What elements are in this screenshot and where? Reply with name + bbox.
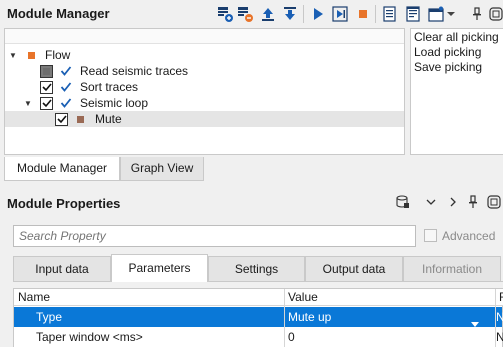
property-value[interactable]: 0 bbox=[288, 327, 295, 347]
step-run-icon[interactable] bbox=[331, 5, 349, 23]
tree-item-seismic-loop[interactable]: ▼ Seismic loop bbox=[5, 95, 404, 111]
tree-item-label: Seismic loop bbox=[80, 96, 149, 110]
move-down-icon[interactable] bbox=[281, 5, 299, 23]
float-panel-icon[interactable] bbox=[487, 195, 501, 209]
tree-item-label: Sort traces bbox=[80, 80, 139, 94]
add-module-icon[interactable] bbox=[216, 5, 234, 23]
float-panel-icon[interactable] bbox=[487, 5, 503, 23]
enabled-check-icon bbox=[60, 66, 72, 76]
window-icon[interactable] bbox=[427, 5, 445, 23]
expand-arrow-icon[interactable]: ▼ bbox=[9, 51, 17, 60]
remove-module-icon[interactable] bbox=[236, 5, 254, 23]
flow-tree[interactable]: ▼ Flow Read seismic traces Sort traces ▼… bbox=[4, 28, 405, 155]
tree-item-label: Flow bbox=[45, 48, 71, 62]
expand-arrow-icon[interactable]: ▼ bbox=[24, 99, 32, 108]
property-row-type[interactable]: Type Mute up N bbox=[14, 307, 503, 327]
pin-icon[interactable] bbox=[466, 195, 480, 209]
module-manager-title: Module Manager bbox=[7, 6, 110, 21]
tab-graph-view[interactable]: Graph View bbox=[120, 157, 204, 181]
toolbar-separator bbox=[375, 5, 376, 23]
database-icon[interactable] bbox=[396, 195, 410, 209]
notes-icon[interactable] bbox=[381, 5, 399, 23]
run-icon[interactable] bbox=[309, 5, 327, 23]
search-property-input[interactable] bbox=[13, 225, 416, 247]
tab-module-manager[interactable]: Module Manager bbox=[4, 157, 120, 181]
property-name: Taper window <ms> bbox=[36, 330, 143, 344]
stop-icon[interactable] bbox=[354, 5, 372, 23]
module-properties-title: Module Properties bbox=[7, 196, 121, 211]
load-picking-item[interactable]: Load picking bbox=[414, 45, 503, 60]
column-divider bbox=[284, 289, 285, 347]
log-icon[interactable] bbox=[404, 5, 422, 23]
property-extra: N bbox=[496, 310, 503, 324]
tree-item-sort-traces[interactable]: Sort traces bbox=[5, 79, 404, 95]
tree-item-mute[interactable]: Mute bbox=[5, 111, 404, 127]
flow-marker-icon bbox=[28, 51, 35, 59]
tree-item-label: Mute bbox=[95, 112, 122, 126]
picking-actions-list: Clear all picking Load picking Save pick… bbox=[410, 28, 503, 155]
chevron-down-icon[interactable] bbox=[424, 195, 438, 209]
tab-parameters[interactable]: Parameters bbox=[111, 254, 208, 282]
advanced-label: Advanced bbox=[442, 229, 496, 243]
tab-information: Information bbox=[403, 256, 501, 281]
advanced-checkbox[interactable] bbox=[424, 229, 437, 242]
chevron-right-icon[interactable] bbox=[446, 195, 460, 209]
column-header-extra[interactable]: R bbox=[495, 289, 503, 306]
tab-input-data[interactable]: Input data bbox=[13, 256, 111, 281]
checkbox[interactable] bbox=[55, 112, 68, 126]
tab-output-data[interactable]: Output data bbox=[305, 256, 403, 281]
enabled-check-icon bbox=[60, 98, 72, 108]
toolbar-separator bbox=[303, 5, 304, 23]
property-extra: N bbox=[496, 330, 503, 344]
pin-icon[interactable] bbox=[468, 5, 486, 23]
property-grid: Name Value R Type Mute up N Taper window… bbox=[13, 288, 503, 347]
tree-item-label: Read seismic traces bbox=[80, 64, 189, 78]
column-header-name[interactable]: Name bbox=[14, 289, 284, 306]
enabled-check-icon bbox=[60, 82, 72, 92]
column-header-value[interactable]: Value bbox=[284, 289, 495, 306]
tree-header-bar bbox=[5, 29, 404, 44]
partial-checkbox[interactable] bbox=[40, 64, 53, 78]
tree-item-flow[interactable]: ▼ Flow bbox=[5, 47, 404, 63]
module-properties-tabs: Input data Parameters Settings Output da… bbox=[13, 254, 503, 282]
move-up-icon[interactable] bbox=[259, 5, 277, 23]
checkbox[interactable] bbox=[40, 80, 53, 94]
property-row-taper-window[interactable]: Taper window <ms> 0 N bbox=[14, 327, 503, 347]
property-value[interactable]: Mute up bbox=[288, 307, 331, 327]
mute-marker-icon bbox=[77, 115, 84, 123]
checkbox[interactable] bbox=[40, 96, 53, 110]
tree-item-read-seismic-traces[interactable]: Read seismic traces bbox=[5, 63, 404, 79]
dropdown-icon[interactable] bbox=[446, 5, 456, 23]
property-name: Type bbox=[36, 310, 63, 324]
module-manager-tabs: Module Manager Graph View bbox=[4, 157, 503, 181]
column-divider bbox=[495, 289, 496, 347]
tab-settings[interactable]: Settings bbox=[208, 256, 305, 281]
clear-all-picking-item[interactable]: Clear all picking bbox=[414, 30, 503, 45]
save-picking-item[interactable]: Save picking bbox=[414, 60, 503, 75]
